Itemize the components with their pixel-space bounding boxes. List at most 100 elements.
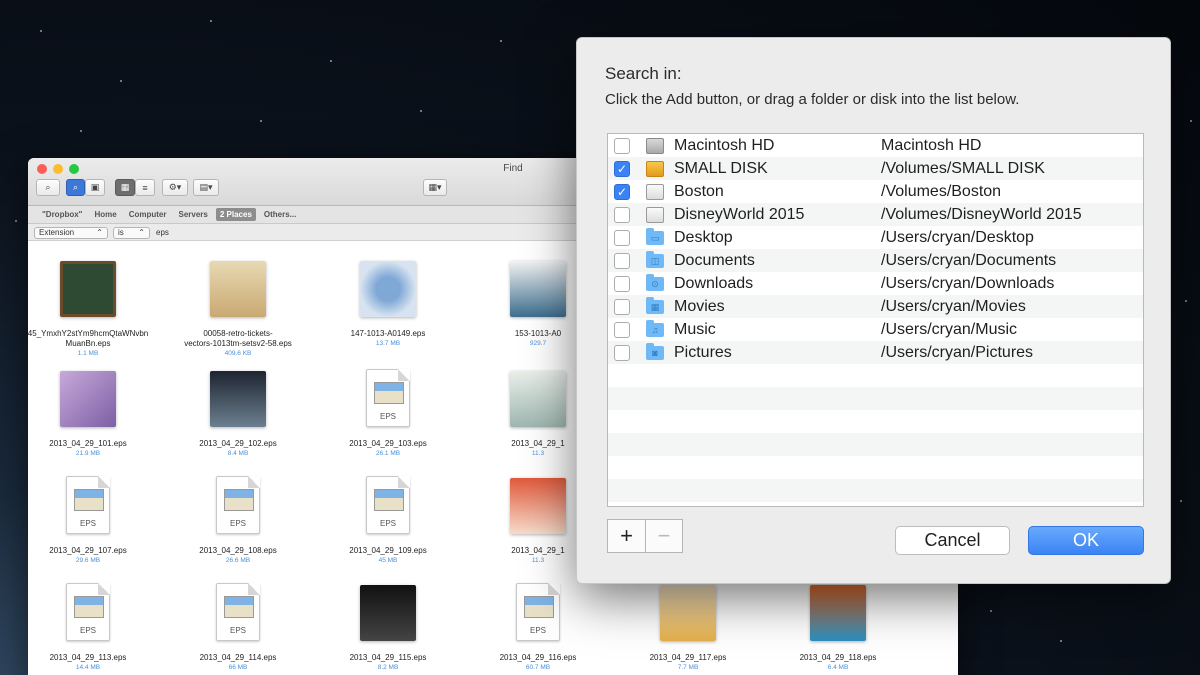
search-toggle-button[interactable]: ⌕ <box>36 179 60 196</box>
file-name: 2013_04_29_101.eps <box>49 439 127 448</box>
location-checkbox[interactable] <box>614 252 630 269</box>
file-size: 14.4 MB <box>75 664 101 671</box>
file-name: 45_YmxhY2stYm9hcmQtaWNvbn <box>28 329 149 338</box>
folder-mode-button[interactable]: ▣ <box>85 179 105 196</box>
file-name: 2013_04_29_109.eps <box>349 546 427 555</box>
artwork-preview-icon <box>510 371 566 427</box>
location-checkbox[interactable]: ✓ <box>614 160 630 177</box>
remove-location-button[interactable]: − <box>644 520 682 552</box>
file-item[interactable]: 2013_04_29_101.eps 21.9 MB <box>28 369 153 457</box>
file-thumbnail <box>58 259 118 319</box>
add-location-button[interactable]: + <box>608 520 645 552</box>
file-item[interactable]: 2013_04_29_115.eps 8.2 MB <box>323 583 453 671</box>
empty-row <box>608 387 1143 410</box>
location-path: /Users/cryan/Movies <box>881 297 1026 315</box>
location-row[interactable]: ♫ Music/Users/cryan/Music <box>608 318 1143 341</box>
empty-row <box>608 410 1143 433</box>
file-name: 2013_04_29_102.eps <box>199 439 277 448</box>
find-mode-button[interactable]: ⌕ <box>66 179 85 196</box>
file-thumbnail: EPS <box>58 476 118 536</box>
location-row[interactable]: ◫ Documents/Users/cryan/Documents <box>608 249 1143 272</box>
icon-view-button[interactable]: ▦ <box>115 179 135 196</box>
criteria-value-input[interactable]: eps <box>156 228 169 237</box>
location-checkbox[interactable]: ✓ <box>614 183 630 200</box>
location-row[interactable]: ◙ Pictures/Users/cryan/Pictures <box>608 341 1143 364</box>
file-item[interactable]: EPS 2013_04_29_116.eps 60.7 MB <box>473 583 603 671</box>
file-item[interactable]: 147-1013-A0149.eps 13.7 MB <box>323 259 453 347</box>
file-thumbnail: EPS <box>208 583 268 643</box>
scope-2-places[interactable]: 2 Places <box>215 208 256 221</box>
updown-icon: ⌃ <box>138 228 145 237</box>
file-size: 8.2 MB <box>377 664 399 671</box>
scope-home[interactable]: Home <box>90 208 120 221</box>
file-size: 409.6 KB <box>224 350 252 357</box>
file-item[interactable]: EPS 2013_04_29_113.eps 14.4 MB <box>28 583 153 671</box>
eps-label: EPS <box>79 626 96 635</box>
location-checkbox[interactable] <box>614 137 630 154</box>
scope-others[interactable]: Others... <box>260 208 300 221</box>
location-checkbox[interactable] <box>614 344 630 361</box>
ok-button[interactable]: OK <box>1028 526 1144 555</box>
eps-document-icon: EPS <box>216 476 260 534</box>
file-name: 2013_04_29_114.eps <box>199 653 277 662</box>
file-item[interactable]: EPS 2013_04_29_108.eps 26.6 MB <box>173 476 303 564</box>
file-thumbnail: EPS <box>208 476 268 536</box>
file-item[interactable]: 2013_04_29_102.eps 8.4 MB <box>173 369 303 457</box>
scope-computer[interactable]: Computer <box>125 208 171 221</box>
file-size: 7.7 MB <box>677 664 699 671</box>
cancel-button[interactable]: Cancel <box>895 526 1010 555</box>
criteria-field-select[interactable]: Extension ⌃ <box>34 227 108 239</box>
location-checkbox[interactable] <box>614 298 630 315</box>
list-view-button[interactable]: ≡ <box>135 179 155 196</box>
grid-icon: ▦ <box>120 182 130 192</box>
file-name-line2: MuanBn.eps <box>65 339 111 348</box>
eps-document-icon: EPS <box>216 583 260 641</box>
scope-dropbox[interactable]: "Dropbox" <box>38 208 86 221</box>
artwork-preview-icon <box>210 371 266 427</box>
scope-servers[interactable]: Servers <box>175 208 212 221</box>
location-row[interactable]: ▭ Desktop/Users/cryan/Desktop <box>608 226 1143 249</box>
empty-row <box>608 456 1143 479</box>
location-checkbox[interactable] <box>614 275 630 292</box>
file-name: 2013_04_29_116.eps <box>499 653 577 662</box>
eps-label: EPS <box>79 519 96 528</box>
downloads-folder-icon: ⊙ <box>646 274 664 291</box>
file-item[interactable]: 2013_04_29_118.eps 6.4 MB <box>773 583 903 671</box>
location-row[interactable]: ⊙ Downloads/Users/cryan/Downloads <box>608 272 1143 295</box>
location-row[interactable]: DisneyWorld 2015/Volumes/DisneyWorld 201… <box>608 203 1143 226</box>
location-checkbox[interactable] <box>614 229 630 246</box>
location-path: /Users/cryan/Pictures <box>881 343 1034 361</box>
location-row[interactable]: ✓ Boston/Volumes/Boston <box>608 180 1143 203</box>
file-item[interactable]: EPS 2013_04_29_107.eps 29.6 MB <box>28 476 153 564</box>
file-thumbnail <box>658 583 718 643</box>
file-item[interactable]: 45_YmxhY2stYm9hcmQtaWNvbn MuanBn.eps 1.1 M… <box>28 259 153 357</box>
file-item[interactable]: 2013_04_29_117.eps 7.7 MB <box>623 583 753 671</box>
eps-document-icon: EPS <box>66 476 110 534</box>
location-checkbox[interactable] <box>614 321 630 338</box>
file-item[interactable]: EPS 2013_04_29_114.eps 66 MB <box>173 583 303 671</box>
file-item[interactable]: 00058-retro-tickets-vectors-1013tm-setsv… <box>173 259 303 357</box>
location-name: DisneyWorld 2015 <box>674 205 805 223</box>
location-row[interactable]: ✓ SMALL DISK/Volumes/SMALL DISK <box>608 157 1143 180</box>
movies-folder-icon: ▦ <box>646 297 664 314</box>
briefcase-icon: ▤▾ <box>199 182 213 192</box>
location-name: Downloads <box>674 274 754 292</box>
location-row[interactable]: Macintosh HD Macintosh HD <box>608 134 1143 157</box>
eps-label: EPS <box>379 519 396 528</box>
file-thumbnail: EPS <box>358 476 418 536</box>
file-name: 2013_04_29_113.eps <box>49 653 127 662</box>
file-name: 2013_04_29_115.eps <box>349 653 427 662</box>
file-size: 29.6 MB <box>75 557 101 564</box>
criteria-operator-select[interactable]: is ⌃ <box>113 227 150 239</box>
pictures-folder-icon: ◙ <box>646 343 664 360</box>
magnifier-icon: ⌕ <box>72 182 79 192</box>
location-row[interactable]: ▦ Movies/Users/cryan/Movies <box>608 295 1143 318</box>
location-checkbox[interactable] <box>614 206 630 223</box>
arrange-button[interactable]: ▦▾ <box>423 179 447 196</box>
file-item[interactable]: EPS 2013_04_29_109.eps 45 MB <box>323 476 453 564</box>
action-menu-button[interactable]: ⚙▾ <box>162 179 188 196</box>
save-menu-button[interactable]: ▤▾ <box>193 179 219 196</box>
file-item[interactable]: EPS 2013_04_29_103.eps 26.1 MB <box>323 369 453 457</box>
file-thumbnail <box>508 259 568 319</box>
list-icon: ≡ <box>142 182 148 193</box>
